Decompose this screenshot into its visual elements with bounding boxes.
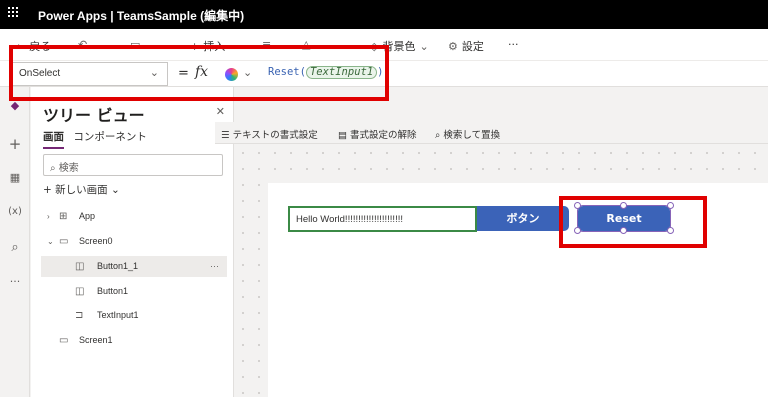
chevron-down-icon: ⌄ bbox=[419, 40, 429, 53]
text-input-icon: ⊐ bbox=[75, 310, 84, 321]
button-icon: ◫ bbox=[75, 286, 85, 297]
more-commands-button[interactable]: ··· bbox=[508, 38, 519, 51]
search-icon: ⌕ bbox=[435, 130, 441, 141]
tree-item-textinput1[interactable]: ⊐ TextInput1 bbox=[41, 305, 227, 326]
plus-icon: + bbox=[43, 184, 52, 196]
app-launcher-icon[interactable] bbox=[8, 4, 22, 22]
app-icon: ⊞ bbox=[59, 211, 68, 222]
more-icon[interactable]: ··· bbox=[6, 275, 24, 288]
insert-icon[interactable]: + bbox=[6, 135, 24, 153]
format-bar: ☰ テキストの書式設定 ▤ 書式設定の解除 ⌕ 検索して置換 bbox=[215, 122, 768, 144]
chevron-right-icon[interactable]: › bbox=[47, 206, 50, 227]
format-icon: ☰ bbox=[221, 130, 230, 141]
title-bar: Power Apps | TeamsSample (編集中) bbox=[0, 0, 768, 29]
tree-tabs: 画面 コンポーネント bbox=[43, 129, 153, 149]
search-icon: ⌕ bbox=[50, 163, 56, 174]
screen-icon: ▭ bbox=[59, 335, 69, 346]
more-options-icon[interactable]: ··· bbox=[210, 256, 219, 277]
tree-item-button1[interactable]: ◫ Button1 bbox=[41, 281, 227, 302]
button-control[interactable]: ボタン bbox=[477, 206, 569, 231]
data-icon[interactable]: ▦ bbox=[6, 171, 24, 184]
close-icon[interactable]: ✕ bbox=[216, 105, 225, 118]
chevron-down-icon[interactable]: ⌄ bbox=[47, 231, 54, 252]
text-input-control[interactable]: Hello World!!!!!!!!!!!!!!!!!!!!!! bbox=[288, 206, 477, 232]
chevron-down-icon: ⌄ bbox=[111, 184, 120, 196]
highlight-box bbox=[9, 45, 389, 101]
screen-icon: ▭ bbox=[59, 236, 69, 247]
button-icon: ◫ bbox=[75, 261, 85, 272]
left-rail: ◆ + ▦ (x) ⌕ ··· bbox=[0, 87, 30, 397]
tree-item-app[interactable]: › ⊞ App bbox=[41, 206, 227, 227]
tree-item-screen1[interactable]: ▭ Screen1 bbox=[41, 330, 227, 351]
gear-icon: ⚙ bbox=[448, 40, 458, 53]
remove-format-button[interactable]: ▤ 書式設定の解除 bbox=[338, 127, 417, 141]
tree-item-button1-1[interactable]: ◫ Button1_1 ··· bbox=[41, 256, 227, 277]
highlight-box bbox=[559, 196, 707, 248]
settings-button[interactable]: ⚙ 設定 bbox=[448, 38, 484, 54]
search-placeholder: 検索 bbox=[58, 163, 79, 174]
app-title: Power Apps | TeamsSample (編集中) bbox=[38, 9, 245, 23]
clear-format-icon: ▤ bbox=[338, 130, 347, 141]
find-replace-button[interactable]: ⌕ 検索して置換 bbox=[435, 127, 500, 141]
tree-view-title: ツリー ビュー bbox=[43, 106, 145, 125]
new-screen-button[interactable]: + 新しい画面 ⌄ bbox=[43, 182, 120, 197]
tree-search-input[interactable]: ⌕ 検索 bbox=[43, 154, 223, 176]
tab-components[interactable]: コンポーネント bbox=[73, 129, 147, 147]
variables-icon[interactable]: (x) bbox=[6, 206, 24, 217]
tree-item-screen0[interactable]: ⌄ ▭ Screen0 bbox=[41, 231, 227, 252]
tab-screens[interactable]: 画面 bbox=[43, 129, 64, 149]
search-icon[interactable]: ⌕ bbox=[6, 240, 24, 255]
tree-view-pane: ツリー ビュー ✕ 画面 コンポーネント ⌕ 検索 + 新しい画面 ⌄ › ⊞ … bbox=[31, 87, 234, 397]
format-text-button[interactable]: ☰ テキストの書式設定 bbox=[221, 127, 318, 141]
